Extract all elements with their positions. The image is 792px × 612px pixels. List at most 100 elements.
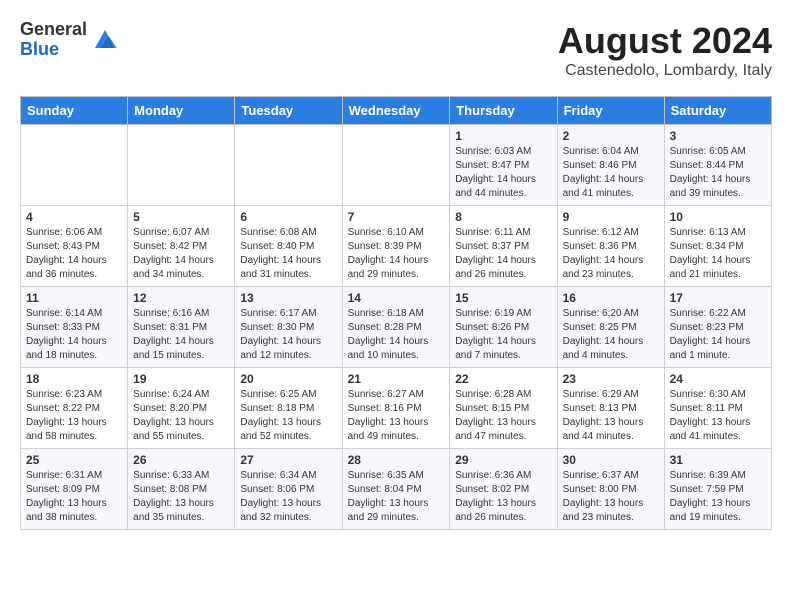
- calendar-cell: 15Sunrise: 6:19 AM Sunset: 8:26 PM Dayli…: [450, 287, 557, 368]
- day-info: Sunrise: 6:18 AM Sunset: 8:28 PM Dayligh…: [348, 307, 445, 363]
- day-number: 6: [240, 210, 336, 224]
- day-number: 17: [670, 291, 766, 305]
- calendar-cell: [21, 125, 128, 206]
- day-number: 15: [455, 291, 551, 305]
- calendar-cell: [342, 125, 450, 206]
- calendar-cell: 3 Sunrise: 6:05 AM Sunset: 8:44 PM Daylig…: [664, 125, 771, 206]
- day-number: 19: [133, 372, 229, 386]
- calendar-cell: 10 Sunrise: 6:13 AM Sunset: 8:34 PM Dayli…: [664, 206, 771, 287]
- title-section: August 2024 Castenedolo, Lombardy, Italy: [558, 20, 772, 80]
- day-number: 10: [670, 210, 766, 224]
- weekday-header: Sunday: [21, 97, 128, 125]
- logo: General Blue: [20, 20, 119, 60]
- day-number: 5: [133, 210, 229, 224]
- calendar-cell: 13Sunrise: 6:17 AM Sunset: 8:30 PM Dayli…: [235, 287, 342, 368]
- day-info: Sunrise: 6:36 AM Sunset: 8:02 PM Dayligh…: [455, 469, 551, 525]
- calendar-cell: 31 Sunrise: 6:39 AM Sunset: 7:59 PM Dayli…: [664, 449, 771, 530]
- day-number: 27: [240, 453, 336, 467]
- day-info: Sunrise: 6:03 AM Sunset: 8:47 PM Dayligh…: [455, 145, 551, 201]
- day-number: 9: [563, 210, 659, 224]
- calendar-cell: 2 Sunrise: 6:04 AM Sunset: 8:46 PM Daylig…: [557, 125, 664, 206]
- calendar-cell: 19 Sunrise: 6:24 AM Sunset: 8:20 PM Dayli…: [128, 368, 235, 449]
- calendar-cell: 5 Sunrise: 6:07 AM Sunset: 8:42 PM Daylig…: [128, 206, 235, 287]
- day-info: Sunrise: 6:04 AM Sunset: 8:46 PM Dayligh…: [563, 145, 659, 201]
- day-number: 14: [348, 291, 445, 305]
- day-number: 16: [563, 291, 659, 305]
- calendar-cell: 1 Sunrise: 6:03 AM Sunset: 8:47 PM Daylig…: [450, 125, 557, 206]
- day-number: 29: [455, 453, 551, 467]
- calendar-cell: 6 Sunrise: 6:08 AM Sunset: 8:40 PM Daylig…: [235, 206, 342, 287]
- day-info: Sunrise: 6:30 AM Sunset: 8:11 PM Dayligh…: [670, 388, 766, 444]
- calendar-cell: 22 Sunrise: 6:28 AM Sunset: 8:15 PM Dayli…: [450, 368, 557, 449]
- logo-icon: [91, 26, 119, 54]
- calendar-cell: 27 Sunrise: 6:34 AM Sunset: 8:06 PM Dayli…: [235, 449, 342, 530]
- day-number: 1: [455, 129, 551, 143]
- weekday-header: Monday: [128, 97, 235, 125]
- day-info: Sunrise: 6:37 AM Sunset: 8:00 PM Dayligh…: [563, 469, 659, 525]
- day-number: 12: [133, 291, 229, 305]
- day-info: Sunrise: 6:17 AM Sunset: 8:30 PM Dayligh…: [240, 307, 336, 363]
- weekday-header: Friday: [557, 97, 664, 125]
- day-number: 8: [455, 210, 551, 224]
- day-info: Sunrise: 6:29 AM Sunset: 8:13 PM Dayligh…: [563, 388, 659, 444]
- page-subtitle: Castenedolo, Lombardy, Italy: [558, 62, 772, 80]
- day-number: 26: [133, 453, 229, 467]
- day-number: 24: [670, 372, 766, 386]
- logo-blue: Blue: [20, 39, 59, 59]
- page-header: General Blue August 2024 Castenedolo, Lo…: [20, 20, 772, 80]
- calendar-cell: 8 Sunrise: 6:11 AM Sunset: 8:37 PM Daylig…: [450, 206, 557, 287]
- day-info: Sunrise: 6:33 AM Sunset: 8:08 PM Dayligh…: [133, 469, 229, 525]
- day-info: Sunrise: 6:22 AM Sunset: 8:23 PM Dayligh…: [670, 307, 766, 363]
- calendar-cell: 17 Sunrise: 6:22 AM Sunset: 8:23 PM Dayli…: [664, 287, 771, 368]
- day-number: 21: [348, 372, 445, 386]
- calendar-cell: 24 Sunrise: 6:30 AM Sunset: 8:11 PM Dayli…: [664, 368, 771, 449]
- day-info: Sunrise: 6:34 AM Sunset: 8:06 PM Dayligh…: [240, 469, 336, 525]
- calendar-cell: 21Sunrise: 6:27 AM Sunset: 8:16 PM Dayli…: [342, 368, 450, 449]
- day-info: Sunrise: 6:11 AM Sunset: 8:37 PM Dayligh…: [455, 226, 551, 282]
- day-info: Sunrise: 6:28 AM Sunset: 8:15 PM Dayligh…: [455, 388, 551, 444]
- calendar-cell: 12 Sunrise: 6:16 AM Sunset: 8:31 PM Dayli…: [128, 287, 235, 368]
- calendar-cell: 14 Sunrise: 6:18 AM Sunset: 8:28 PM Dayli…: [342, 287, 450, 368]
- day-number: 28: [348, 453, 445, 467]
- calendar-cell: [235, 125, 342, 206]
- day-number: 7: [348, 210, 445, 224]
- calendar-cell: 28Sunrise: 6:35 AM Sunset: 8:04 PM Dayli…: [342, 449, 450, 530]
- day-number: 3: [670, 129, 766, 143]
- day-info: Sunrise: 6:23 AM Sunset: 8:22 PM Dayligh…: [26, 388, 122, 444]
- day-info: Sunrise: 6:07 AM Sunset: 8:42 PM Dayligh…: [133, 226, 229, 282]
- logo-general: General: [20, 19, 87, 39]
- day-number: 23: [563, 372, 659, 386]
- calendar-cell: 7 Sunrise: 6:10 AM Sunset: 8:39 PM Daylig…: [342, 206, 450, 287]
- day-info: Sunrise: 6:24 AM Sunset: 8:20 PM Dayligh…: [133, 388, 229, 444]
- weekday-header: Thursday: [450, 97, 557, 125]
- day-number: 18: [26, 372, 122, 386]
- day-info: Sunrise: 6:16 AM Sunset: 8:31 PM Dayligh…: [133, 307, 229, 363]
- weekday-header: Wednesday: [342, 97, 450, 125]
- calendar-cell: 20Sunrise: 6:25 AM Sunset: 8:18 PM Dayli…: [235, 368, 342, 449]
- day-info: Sunrise: 6:08 AM Sunset: 8:40 PM Dayligh…: [240, 226, 336, 282]
- calendar-cell: 26 Sunrise: 6:33 AM Sunset: 8:08 PM Dayli…: [128, 449, 235, 530]
- day-number: 11: [26, 291, 122, 305]
- calendar-cell: 23 Sunrise: 6:29 AM Sunset: 8:13 PM Dayli…: [557, 368, 664, 449]
- calendar-cell: 18 Sunrise: 6:23 AM Sunset: 8:22 PM Dayli…: [21, 368, 128, 449]
- day-info: Sunrise: 6:10 AM Sunset: 8:39 PM Dayligh…: [348, 226, 445, 282]
- calendar-cell: [128, 125, 235, 206]
- day-info: Sunrise: 6:13 AM Sunset: 8:34 PM Dayligh…: [670, 226, 766, 282]
- calendar-cell: 30Sunrise: 6:37 AM Sunset: 8:00 PM Dayli…: [557, 449, 664, 530]
- weekday-header: Tuesday: [235, 97, 342, 125]
- page-title: August 2024: [558, 20, 772, 62]
- day-info: Sunrise: 6:14 AM Sunset: 8:33 PM Dayligh…: [26, 307, 122, 363]
- calendar-cell: 16 Sunrise: 6:20 AM Sunset: 8:25 PM Dayli…: [557, 287, 664, 368]
- day-info: Sunrise: 6:05 AM Sunset: 8:44 PM Dayligh…: [670, 145, 766, 201]
- day-info: Sunrise: 6:31 AM Sunset: 8:09 PM Dayligh…: [26, 469, 122, 525]
- day-number: 2: [563, 129, 659, 143]
- day-info: Sunrise: 6:20 AM Sunset: 8:25 PM Dayligh…: [563, 307, 659, 363]
- calendar-cell: 11 Sunrise: 6:14 AM Sunset: 8:33 PM Dayli…: [21, 287, 128, 368]
- calendar-header: SundayMondayTuesdayWednesdayThursdayFrid…: [21, 97, 772, 125]
- day-number: 31: [670, 453, 766, 467]
- day-number: 22: [455, 372, 551, 386]
- calendar-cell: 4Sunrise: 6:06 AM Sunset: 8:43 PM Daylig…: [21, 206, 128, 287]
- calendar-cell: 9 Sunrise: 6:12 AM Sunset: 8:36 PM Daylig…: [557, 206, 664, 287]
- day-info: Sunrise: 6:12 AM Sunset: 8:36 PM Dayligh…: [563, 226, 659, 282]
- day-info: Sunrise: 6:39 AM Sunset: 7:59 PM Dayligh…: [670, 469, 766, 525]
